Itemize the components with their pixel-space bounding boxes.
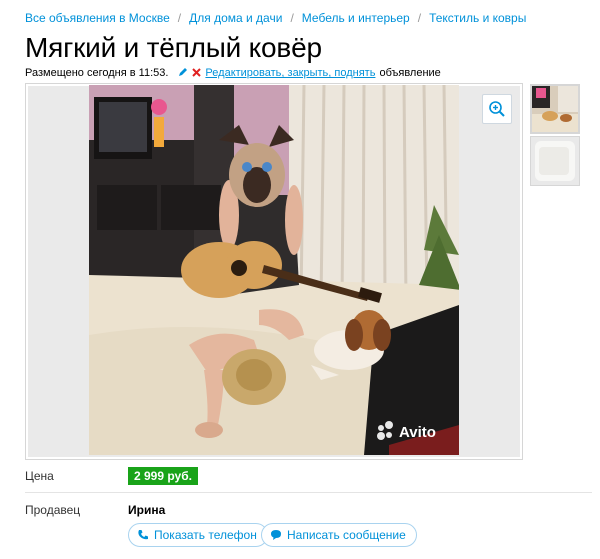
- phone-icon: [137, 529, 149, 541]
- price-label: Цена: [25, 469, 54, 483]
- price-value: 2 999 руб.: [128, 467, 198, 485]
- photo-gallery: Avito: [25, 83, 523, 460]
- pencil-icon: [178, 67, 188, 80]
- chat-bubble-icon: [270, 529, 282, 541]
- breadcrumb-textile-carpets[interactable]: Текстиль и ковры: [429, 11, 526, 25]
- write-message-label: Написать сообщение: [287, 528, 406, 542]
- zoom-button[interactable]: [482, 94, 512, 124]
- breadcrumb: Все объявления в Москве / Для дома и дачи /…: [25, 11, 526, 25]
- ad-word: объявление: [379, 67, 441, 79]
- breadcrumb-separator: /: [290, 11, 294, 25]
- breadcrumb-furniture-interior[interactable]: Мебель и интерьер: [302, 11, 410, 25]
- seller-label: Продавец: [25, 503, 81, 517]
- page-title: Мягкий и тёплый ковёр: [25, 32, 322, 63]
- breadcrumb-all-ads-moscow[interactable]: Все объявления в Москве: [25, 11, 170, 25]
- zoom-in-icon: [488, 100, 506, 118]
- ad-meta: Размещено сегодня в 11:53. Редактировать…: [25, 66, 441, 80]
- breadcrumb-separator: /: [417, 11, 422, 25]
- write-message-button[interactable]: Написать сообщение: [261, 523, 417, 547]
- breadcrumb-separator: /: [177, 11, 182, 25]
- main-photo[interactable]: Avito: [89, 85, 459, 455]
- divider: [25, 492, 592, 493]
- avito-watermark: Avito: [399, 424, 436, 441]
- edit-ad-link[interactable]: Редактировать, закрыть, поднять: [205, 67, 375, 79]
- breadcrumb-home-garden[interactable]: Для дома и дачи: [189, 11, 282, 25]
- show-phone-button[interactable]: Показать телефон: [128, 523, 268, 547]
- show-phone-label: Показать телефон: [154, 528, 257, 542]
- seller-name: Ирина: [128, 503, 166, 517]
- thumbnail-1[interactable]: [530, 84, 580, 134]
- close-icon: [192, 66, 202, 80]
- thumbnail-2[interactable]: [530, 136, 580, 186]
- posted-time: Размещено сегодня в 11:53.: [25, 67, 169, 79]
